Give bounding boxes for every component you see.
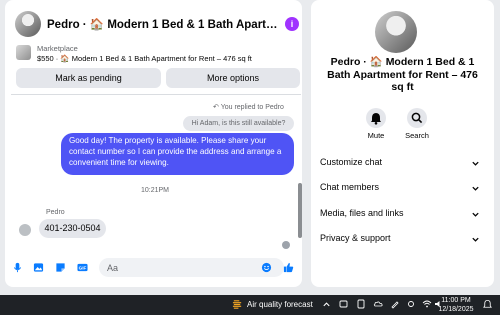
- chevron-down-icon: [472, 237, 479, 242]
- chat-details-panel: Pedro · 🏠 Modern 1 Bed & 1 Bath Apartmen…: [311, 0, 494, 287]
- chevron-up-icon[interactable]: [322, 300, 331, 309]
- network-icon[interactable]: [422, 299, 432, 309]
- search-icon: [411, 112, 423, 124]
- seen-indicator-avatar: [282, 241, 290, 249]
- section-label: Privacy & support: [320, 233, 391, 243]
- tray-cloud-icon[interactable]: [373, 299, 383, 309]
- chevron-down-icon: [472, 212, 479, 217]
- reply-icon: ↶: [213, 104, 219, 111]
- listing-summary[interactable]: $550 · 🏠 Modern 1 Bed & 1 Bath Apartment…: [37, 54, 252, 63]
- chat-title[interactable]: Pedro · 🏠 Modern 1 Bed & 1 Bath Apartmen…: [47, 17, 279, 31]
- mark-as-pending-button[interactable]: Mark as pending: [16, 68, 161, 88]
- section-chat-members[interactable]: Chat members: [320, 182, 480, 196]
- search-label: Search: [405, 131, 429, 140]
- chat-header[interactable]: Pedro · 🏠 Modern 1 Bed & 1 Bath Apartmen…: [9, 5, 299, 37]
- clock-date[interactable]: 12/18/2025: [436, 306, 476, 313]
- received-message-bubble[interactable]: 401-230-0504: [39, 219, 106, 238]
- divider: [11, 94, 301, 95]
- weather-widget-text[interactable]: Air quality forecast: [247, 300, 313, 309]
- section-label: Media, files and links: [320, 208, 404, 218]
- mute-button[interactable]: [366, 108, 386, 128]
- gif-icon[interactable]: GIF: [77, 262, 88, 273]
- emoji-icon[interactable]: [261, 262, 272, 273]
- image-icon[interactable]: [33, 262, 44, 273]
- tray-pen-icon[interactable]: [390, 299, 400, 309]
- like-icon[interactable]: [283, 262, 294, 273]
- chevron-down-icon: [472, 161, 479, 166]
- tray-app-icon[interactable]: [339, 299, 349, 309]
- details-title: Pedro · 🏠 Modern 1 Bed & 1 Bath Apartmen…: [327, 56, 478, 93]
- clock-time[interactable]: 11:00 PM: [441, 297, 471, 304]
- message-input[interactable]: [99, 258, 284, 277]
- info-icon[interactable]: i: [285, 17, 299, 31]
- reply-note-text: You replied to Pedro: [220, 104, 284, 111]
- sender-avatar[interactable]: [19, 224, 31, 236]
- section-label: Customize chat: [320, 157, 383, 167]
- svg-text:GIF: GIF: [79, 266, 87, 271]
- chevron-down-icon: [472, 186, 479, 191]
- bell-icon: [371, 113, 381, 125]
- mic-icon[interactable]: [12, 262, 23, 273]
- section-customize-chat[interactable]: Customize chat: [320, 157, 480, 171]
- sticker-icon[interactable]: [55, 262, 66, 273]
- quoted-message[interactable]: Hi Adam, is this still available?: [183, 116, 294, 131]
- sent-message-bubble[interactable]: Good day! The property is available. Ple…: [61, 133, 294, 175]
- listing-thumbnail[interactable]: [16, 45, 31, 60]
- section-media-files-links[interactable]: Media, files and links: [320, 208, 480, 222]
- tray-settings-icon[interactable]: [406, 299, 416, 309]
- scrollbar-thumb[interactable]: [298, 183, 302, 238]
- contact-avatar[interactable]: [15, 11, 41, 37]
- notification-icon[interactable]: [482, 299, 493, 310]
- taskbar: Air quality forecast 11:00 PM 12/18/2025: [0, 295, 500, 315]
- marketplace-label: Marketplace: [37, 44, 78, 53]
- search-button[interactable]: [407, 108, 427, 128]
- weather-icon[interactable]: [232, 299, 243, 310]
- more-options-button[interactable]: More options: [166, 68, 300, 88]
- details-avatar[interactable]: [375, 11, 417, 53]
- section-privacy-support[interactable]: Privacy & support: [320, 233, 480, 247]
- reply-note: ↶ You replied to Pedro: [213, 103, 284, 111]
- message-timestamp: 10:21PM: [141, 187, 170, 194]
- mute-label: Mute: [367, 131, 385, 140]
- tray-device-icon[interactable]: [356, 299, 366, 309]
- sender-name: Pedro: [46, 209, 65, 216]
- section-label: Chat members: [320, 182, 380, 192]
- chat-panel: Pedro · 🏠 Modern 1 Bed & 1 Bath Apartmen…: [5, 0, 302, 287]
